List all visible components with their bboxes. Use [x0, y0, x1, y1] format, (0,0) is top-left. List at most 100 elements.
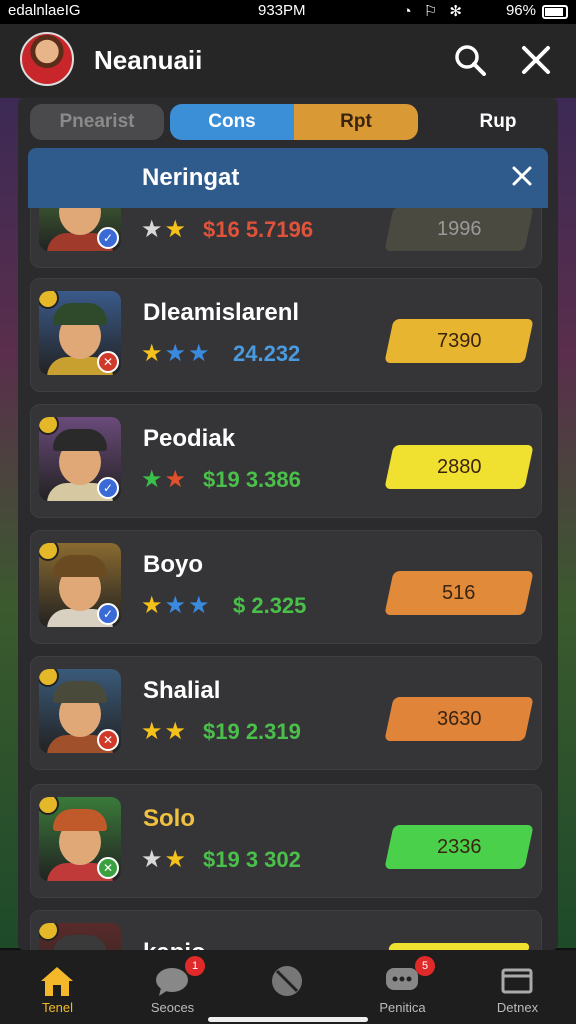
player-stat: $19 3 302 [203, 847, 301, 872]
battery-percent: 96% [505, 2, 536, 19]
star-icon: ★ [188, 340, 212, 367]
price-label: 3630 [436, 708, 482, 730]
clock: 933PM [258, 2, 306, 19]
list-item[interactable]: ✕ Solo ★★ $19 3 302 2336 [30, 784, 542, 898]
star-icon: ★ [164, 592, 189, 619]
tab-cons[interactable]: Cons [170, 104, 294, 140]
rank-icon [39, 923, 59, 941]
player-stat: $ 2.325 [233, 593, 307, 618]
player-name: Peodiak [143, 425, 236, 452]
player-name: Solo [143, 805, 195, 832]
position-badge-icon: ✕ [97, 351, 119, 373]
rank-icon [39, 417, 59, 435]
portrait-hat [53, 681, 107, 703]
nav-label: Detnex [496, 1000, 539, 1015]
home-indicator [208, 1017, 368, 1022]
nav-item[interactable]: 1 Seoces [115, 950, 230, 1024]
player-stat: $16 5.7196 [203, 217, 314, 242]
player-name: Boyo [143, 551, 203, 578]
bottom-nav: Tenel 1 Seoces 5 Penitica Detnex [0, 950, 576, 1024]
close-icon[interactable] [508, 162, 536, 190]
star-icon: ★ [164, 718, 189, 745]
star-icon: ★ [188, 592, 212, 619]
nav-item[interactable]: Tenel [0, 950, 115, 1024]
star-icon: ★ [141, 216, 165, 243]
page-title: Neanuaii [94, 45, 203, 75]
rank-icon [39, 669, 59, 687]
star-icon: ★ [164, 340, 189, 367]
status-icons: ◔ ⚐ ✻ [402, 3, 466, 20]
star-icon: ★ [164, 466, 189, 493]
rating-stars: ★★ [141, 845, 188, 874]
price-button[interactable]: 1996 [384, 207, 534, 251]
list-item[interactable]: ✓ Boyo ★★★ $ 2.325 516 [30, 530, 542, 644]
price-button[interactable]: 7390 [384, 319, 534, 363]
notification-badge: 1 [185, 956, 205, 976]
rating-stars: ★★ [141, 215, 188, 244]
tab-pnearist[interactable]: Pnearist [30, 104, 164, 140]
player-name: kapio [143, 939, 206, 950]
star-icon: ★ [141, 718, 165, 745]
star-icon: ★ [141, 846, 165, 873]
notification-banner[interactable]: Neringat [28, 148, 548, 208]
player-name: Dleamislarenl [143, 299, 300, 326]
rating-stars: ★★★ [141, 591, 212, 620]
rating-stars: ★★★ [141, 339, 212, 368]
position-badge-icon: ✓ [97, 227, 119, 249]
list-item[interactable]: ✓ Peodiak ★★ $19 3.386 2880 [30, 404, 542, 518]
notification-badge: 5 [415, 956, 435, 976]
player-stat: $19 3.386 [203, 467, 301, 492]
nav-label: Penitica [379, 1000, 426, 1015]
player-portrait: ✕ [39, 669, 121, 753]
price-button[interactable]: 516 [384, 571, 534, 615]
close-icon[interactable] [518, 42, 554, 78]
player-stat: $19 2.319 [203, 719, 301, 744]
home-icon [38, 964, 76, 998]
star-icon: ★ [164, 216, 189, 243]
portrait-hat [53, 555, 107, 577]
price-label: 1996 [436, 218, 482, 240]
avatar[interactable] [20, 32, 74, 86]
position-badge-icon: ✕ [97, 857, 119, 879]
portrait-hat [53, 429, 107, 451]
ball-icon [268, 964, 306, 998]
position-badge-icon: ✓ [97, 603, 119, 625]
window-icon [498, 964, 536, 998]
player-name: Shalial [143, 677, 221, 704]
star-icon: ★ [141, 340, 165, 367]
price-label: 2880 [436, 456, 482, 478]
nav-item[interactable]: 5 Penitica [345, 950, 460, 1024]
position-badge-icon: ✓ [97, 477, 119, 499]
player-portrait [39, 923, 121, 950]
price-label: 7390 [436, 330, 482, 352]
tab-bar: Pnearist Cons Rpt Rup [30, 104, 546, 140]
nav-item[interactable] [230, 950, 345, 1024]
player-stat: 24.232 [233, 341, 301, 366]
carrier-label: edalnlaeIG [8, 2, 81, 19]
nav-label: Tenel [41, 1000, 74, 1015]
rating-stars: ★★ [141, 465, 188, 494]
tab-rpt[interactable]: Rpt [294, 104, 418, 140]
nav-item[interactable]: Detnex [460, 950, 575, 1024]
list-item[interactable]: ✕ Shalial ★★ $19 2.319 3630 [30, 656, 542, 770]
portrait-hat [53, 809, 107, 831]
list-item[interactable]: ✕ Dleamislarenl ★★★ 24.232 7390 [30, 278, 542, 392]
price-button[interactable]: 3630 [384, 697, 534, 741]
battery-icon [542, 5, 568, 19]
player-portrait: ✓ [39, 543, 121, 627]
star-icon: ★ [141, 592, 165, 619]
portrait-hat [53, 935, 107, 950]
list-item[interactable]: kapio [30, 910, 542, 950]
tab-rup[interactable]: Rup [450, 104, 546, 140]
player-portrait: ✕ [39, 797, 121, 881]
price-button[interactable] [387, 943, 531, 950]
rank-icon [39, 291, 59, 309]
app-header: Neanuaii [0, 24, 576, 98]
price-button[interactable]: 2336 [384, 825, 534, 869]
player-portrait: ✓ [39, 417, 121, 501]
tab-group-active: Cons Rpt [170, 104, 418, 140]
price-button[interactable]: 2880 [384, 445, 534, 489]
price-label: 516 [442, 582, 476, 604]
search-icon[interactable] [452, 42, 488, 78]
rank-icon [39, 543, 59, 561]
